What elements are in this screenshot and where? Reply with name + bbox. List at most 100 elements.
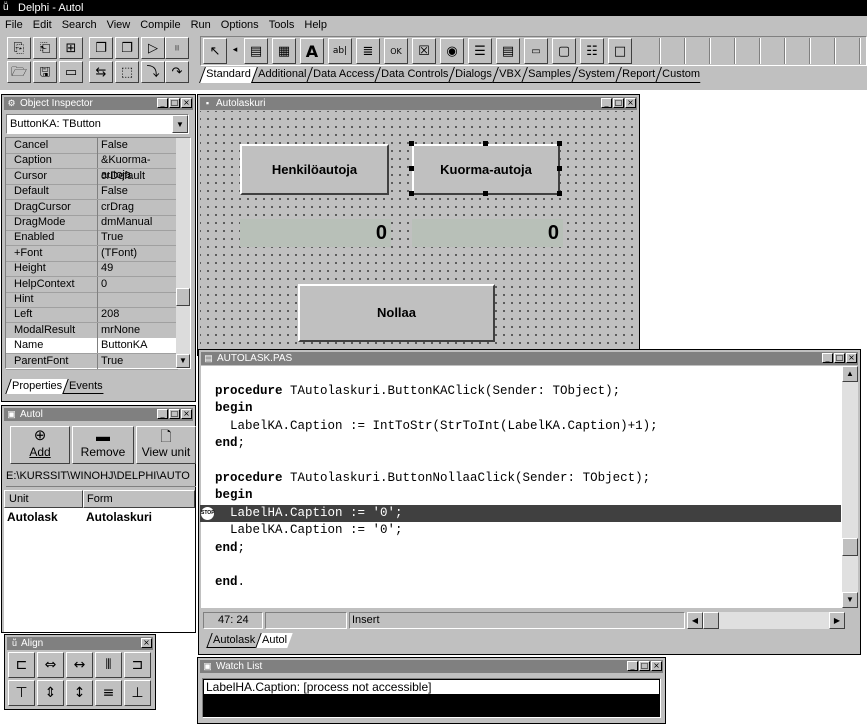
save-all-icon[interactable]: ⎗: [33, 37, 57, 59]
watch-entry[interactable]: LabelHA.Caption: [process not accessible…: [204, 680, 659, 694]
menu-view[interactable]: View: [102, 19, 136, 31]
palette-tab-report[interactable]: Report: [614, 67, 661, 83]
code-line[interactable]: LabelKA.Caption := '0';: [215, 522, 403, 539]
property-value[interactable]: False: [101, 138, 128, 153]
memo-icon[interactable]: ≣: [356, 38, 380, 64]
editor-hscroll[interactable]: ◀ ▶: [687, 612, 845, 629]
table-row[interactable]: Autolask Autolaskuri: [4, 510, 195, 526]
property-row-cursor[interactable]: Cursor crDefault: [6, 168, 178, 185]
close-icon[interactable]: ×: [181, 409, 192, 419]
minimize-icon[interactable]: _: [157, 98, 168, 108]
property-row-dragmode[interactable]: DragMode dmManual: [6, 215, 178, 231]
palette-tab-data-controls[interactable]: Data Controls: [374, 67, 455, 83]
inspector-tab-events[interactable]: Events: [62, 379, 109, 394]
toggle-form-unit-icon[interactable]: ⇆: [89, 61, 113, 83]
scroll-thumb[interactable]: [842, 538, 858, 556]
col-form-header[interactable]: Form: [83, 490, 195, 508]
selection-handle[interactable]: [557, 191, 562, 196]
open-file-icon[interactable]: 🗁: [7, 61, 31, 83]
pause-icon[interactable]: ⏸: [165, 37, 189, 59]
menu-help[interactable]: Help: [299, 19, 332, 31]
center-vertically-icon[interactable]: ↕: [66, 680, 93, 706]
combobox-icon[interactable]: ▤: [496, 38, 520, 64]
maximize-icon[interactable]: □: [834, 353, 845, 363]
property-row-hint[interactable]: Hint: [6, 292, 178, 308]
scroll-left-icon[interactable]: ◀: [687, 612, 703, 629]
kuorma-autoja-button[interactable]: Kuorma-autoja: [412, 144, 560, 195]
code-line[interactable]: LabelKA.Caption := IntToStr(StrToInt(Lab…: [215, 418, 658, 435]
property-row-parentfont[interactable]: ParentFont True: [6, 353, 178, 370]
select-unit-icon[interactable]: ❐: [89, 37, 113, 59]
selection-handle[interactable]: [557, 141, 562, 146]
property-value[interactable]: ButtonKA: [101, 338, 148, 354]
scroll-right-icon[interactable]: ▶: [829, 612, 845, 629]
palette-tab-dialogs[interactable]: Dialogs: [448, 67, 498, 83]
property-value[interactable]: 49: [101, 261, 113, 276]
scroll-down-icon[interactable]: ▼: [176, 354, 190, 368]
chevron-down-icon[interactable]: ▼: [172, 115, 188, 133]
step-over-icon[interactable]: ↷: [165, 61, 189, 83]
property-row-name[interactable]: Name ButtonKA: [6, 338, 178, 355]
property-row-enabled[interactable]: Enabled True: [6, 230, 178, 247]
property-row-dragcursor[interactable]: DragCursor crDrag: [6, 199, 178, 216]
maximize-icon[interactable]: □: [169, 98, 180, 108]
menu-run[interactable]: Run: [186, 19, 216, 31]
button-icon[interactable]: OK: [384, 38, 408, 64]
property-row-font[interactable]: +Font (TFont): [6, 245, 178, 262]
inspector-tab-properties[interactable]: Properties: [5, 379, 68, 394]
code-line[interactable]: end;: [215, 435, 245, 452]
view-unit-button[interactable]: 🗋 View unit: [136, 426, 196, 464]
property-value[interactable]: crDrag: [101, 200, 134, 215]
add-file-icon[interactable]: ⊞: [59, 37, 83, 59]
align-horizontal-centers-icon[interactable]: ⇔: [37, 652, 64, 678]
minimize-icon[interactable]: _: [822, 353, 833, 363]
center-horizontally-icon[interactable]: ↔: [66, 652, 93, 678]
menu-tools[interactable]: Tools: [264, 19, 300, 31]
scroll-thumb[interactable]: [176, 288, 190, 306]
code-line[interactable]: LabelHA.Caption := '0';: [215, 505, 403, 522]
menu-compile[interactable]: Compile: [135, 19, 185, 31]
mainmenu-icon[interactable]: ▤: [244, 38, 268, 64]
new-form-icon[interactable]: ⬚: [115, 61, 139, 83]
palette-tab-data-access[interactable]: Data Access: [306, 67, 381, 83]
property-value[interactable]: False: [101, 184, 128, 199]
groupbox-icon[interactable]: ▢: [552, 38, 576, 64]
label-icon[interactable]: A: [300, 38, 324, 64]
selection-handle[interactable]: [483, 191, 488, 196]
align-left-edges-icon[interactable]: ⊏: [8, 652, 35, 678]
run-icon[interactable]: ▷: [141, 37, 165, 59]
align-bottoms-icon[interactable]: ⊥: [124, 680, 151, 706]
close-icon[interactable]: ×: [141, 638, 152, 648]
editor-tab-autolask[interactable]: Autolask: [206, 633, 261, 648]
label-ha[interactable]: 0: [240, 219, 391, 247]
palette-tab-custom[interactable]: Custom: [654, 67, 706, 83]
minimize-icon[interactable]: _: [157, 409, 168, 419]
menu-edit[interactable]: Edit: [28, 19, 57, 31]
property-row-left[interactable]: Left 208: [6, 307, 178, 324]
remove-button[interactable]: ▬ Remove: [72, 426, 134, 464]
close-icon[interactable]: ×: [181, 98, 192, 108]
property-value[interactable]: (TFont): [101, 246, 137, 261]
nollaa-button[interactable]: Nollaa: [298, 284, 495, 342]
menu-search[interactable]: Search: [57, 19, 102, 31]
align-right-edges-icon[interactable]: ⊐: [124, 652, 151, 678]
save-file-icon[interactable]: 🖫: [33, 61, 57, 83]
palette-tab-samples[interactable]: Samples: [521, 67, 577, 83]
close-icon[interactable]: ×: [625, 98, 636, 108]
selection-handle[interactable]: [409, 141, 414, 146]
code-line[interactable]: procedure TAutolaskuri.ButtonKAClick(Sen…: [215, 383, 620, 400]
property-value[interactable]: True: [101, 354, 123, 369]
scroll-down-icon[interactable]: ▼: [842, 592, 858, 608]
minimize-icon[interactable]: _: [627, 661, 638, 671]
close-icon[interactable]: ×: [651, 661, 662, 671]
code-line[interactable]: end.: [215, 574, 245, 591]
property-row-caption[interactable]: Caption &Kuorma-autoja: [6, 153, 178, 181]
palette-tab-system[interactable]: System: [570, 67, 621, 83]
radiobutton-icon[interactable]: ◉: [440, 38, 464, 64]
property-scrollbar[interactable]: ▼: [176, 138, 190, 368]
scroll-up-icon[interactable]: ▲: [842, 366, 858, 382]
selection-handle[interactable]: [557, 166, 562, 171]
maximize-icon[interactable]: □: [169, 409, 180, 419]
menu-options[interactable]: Options: [216, 19, 264, 31]
maximize-icon[interactable]: □: [639, 661, 650, 671]
